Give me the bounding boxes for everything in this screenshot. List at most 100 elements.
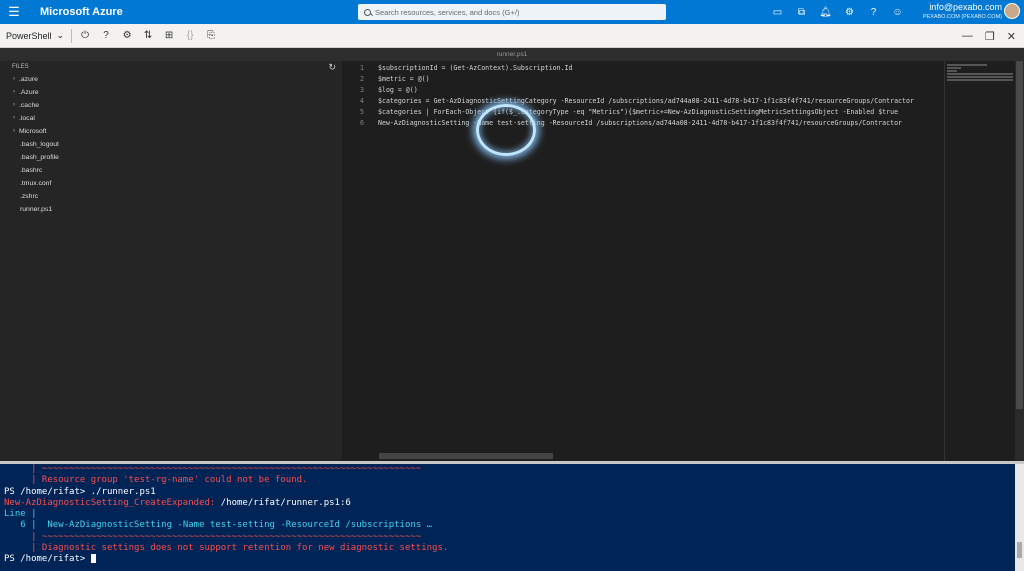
line-number: 6 [360,119,364,127]
folder-label: .Azure [19,89,39,96]
tree-folder[interactable]: › .local [0,112,342,125]
scrollbar-thumb[interactable] [1017,542,1022,558]
minimap-line [947,64,987,66]
line-number: 3 [360,86,364,94]
terminal-line: | Resource group 'test-rg-name' could no… [4,475,308,486]
terminal-prompt: PS /home/rifat> [4,486,91,497]
tree-folder[interactable]: › .cache [0,99,342,112]
tree-folder[interactable]: › .Azure [0,86,342,99]
help-icon[interactable]: ? [866,7,881,18]
folder-label: .local [19,115,35,122]
terminal-prompt: PS /home/rifat> [4,554,91,565]
code-line: 4 $categories = Get-AzDiagnosticSettingCa… [342,96,944,107]
tree-folder[interactable]: › Microsoft [0,125,342,138]
terminal-line: | Diagnostic settings does not support r… [4,543,449,554]
new-session-icon[interactable]: ⊞ [163,30,175,41]
search-placeholder: Search resources, services, and docs (G+… [375,7,520,17]
minimap-line [947,73,1013,75]
close-icon[interactable]: ✕ [1007,30,1016,43]
terminal-line: PS /home/rifat> ./runner.ps1 [0,487,1024,498]
chevron-down-icon: ⌄ [56,30,65,40]
tree-file[interactable]: .zshrc [0,190,342,203]
file-explorer: FILES ↻ › .azure › .Azure › .cache › .local … [0,61,342,461]
line-number: 1 [360,64,364,72]
line-number: 5 [360,108,364,116]
gear-icon[interactable]: ⚙ [121,30,133,41]
account-directory: PEXABO.COM (PEXABO.COM) [922,14,1002,20]
files-header: FILES ↻ [0,61,342,73]
scrollbar-thumb[interactable] [1016,61,1023,409]
minimap-line [947,70,957,72]
help-icon[interactable]: ? [100,30,112,41]
minimize-icon[interactable]: — [962,30,973,42]
terminal-error-name: New-AzDiagnosticSetting_CreateExpanded: [4,497,221,508]
restore-icon[interactable]: ❐ [985,30,995,43]
top-icon-group: ▭ ⧉ 🔔︎ ⚙ ? ☺ [770,0,905,24]
terminal-line: New-AzDiagnosticSetting_CreateExpanded: … [0,498,1024,509]
code-line: 1 $subscriptionId = (Get-AzContext).Subsc… [342,63,944,74]
bell-icon[interactable]: 🔔︎ [818,7,833,18]
toolbar-icons: ⏻ ? ⚙ ⇅ ⊞ {} ⎘ [79,30,217,41]
global-search-input[interactable]: Search resources, services, and docs (G+… [358,4,666,20]
tree-file[interactable]: .bashrc [0,164,342,177]
shell-type-label: PowerShell [6,30,52,41]
editor-horizontal-scrollbar[interactable] [379,453,553,459]
window-controls: — ❐ ✕ [962,24,1016,48]
tree-file[interactable]: .bash_logout [0,138,342,151]
code-line: 6 New-AzDiagnosticSetting -Name test-sett… [342,118,944,129]
terminal-error-path: /home/rifat/runner.ps1:6 [220,497,351,508]
tree-folder[interactable]: › .azure [0,73,342,86]
terminal-cursor [90,554,96,564]
brand-title[interactable]: Microsoft Azure [40,6,123,18]
line-number: 4 [360,97,364,105]
minimap-line [947,76,1013,78]
terminal-scrollbar[interactable] [1015,464,1024,571]
terminal-line: Line | [4,509,37,520]
feedback-icon[interactable]: ☺ [890,7,905,18]
code-text: $metric = @() [378,75,430,83]
shell-type-select[interactable]: PowerShell ⌄ [6,30,64,41]
web-preview-icon[interactable]: ⎘ [205,30,217,41]
minimap-line [947,79,1013,81]
azure-top-bar: ☰ Microsoft Azure Search resources, serv… [0,0,1024,24]
hamburger-menu-icon[interactable]: ☰ [0,4,28,20]
line-number: 2 [360,75,364,83]
upload-download-icon[interactable]: ⇅ [142,30,154,41]
terminal-line: PS /home/rifat> [0,554,1024,565]
folder-label: .azure [19,76,38,83]
files-header-label: FILES [12,64,29,70]
terminal-code: New-AzDiagnosticSetting -Name test-setti… [47,520,433,531]
folder-label: .cache [19,102,40,109]
code-line: 3 $log = @() [342,85,944,96]
code-text: $categories | ForEach-Object {if($_.Cate… [378,108,899,116]
terminal-line: | ~~~~~~~~~~~~~~~~~~~~~~~~~~~~~~~~~~~~~~… [4,531,422,542]
toolbar-divider [71,28,73,43]
tree-file[interactable]: runner.ps1 [0,203,342,216]
tree-file[interactable]: .bash_profile [0,151,342,164]
code-text: $log = @() [378,86,418,94]
account-email: info@pexabo.com [929,2,1002,12]
code-text: $categories = Get-AzDiagnosticSettingCat… [378,97,914,105]
account-info[interactable]: info@pexabo.com PEXABO.COM (PEXABO.COM) [923,2,1002,21]
code-text: $subscriptionId = (Get-AzContext).Subscr… [378,64,573,72]
cloud-shell-toolbar: PowerShell ⌄ ⏻ ? ⚙ ⇅ ⊞ {} ⎘ — ❐ ✕ [0,24,1024,48]
tree-file[interactable]: .tmux.conf [0,177,342,190]
directory-filter-icon[interactable]: ⧉ [794,7,809,18]
cloud-shell-icon[interactable]: ▭ [770,7,785,18]
gear-icon[interactable]: ⚙ [842,7,857,18]
power-icon[interactable]: ⏻ [79,30,91,41]
code-editor[interactable]: 1 $subscriptionId = (Get-AzContext).Subsc… [342,61,944,461]
editor-vertical-scrollbar[interactable] [1015,61,1024,461]
braces-icon[interactable]: {} [184,30,196,41]
code-text: New-AzDiagnosticSetting -Name test-setti… [378,119,903,127]
editor-minimap[interactable] [944,61,1020,461]
code-line: 5 $categories | ForEach-Object {if($_.Cat… [342,107,944,118]
refresh-icon[interactable]: ↻ [328,62,336,73]
avatar[interactable] [1004,3,1020,19]
search-icon [364,8,371,16]
folder-label: Microsoft [19,128,47,135]
code-line: 2 $metric = @() [342,74,944,85]
editor-tab[interactable]: runner.ps1 [0,48,1024,61]
powershell-terminal[interactable]: | ~~~~~~~~~~~~~~~~~~~~~~~~~~~~~~~~~~~~~~… [0,461,1024,571]
terminal-line: 6 | New-AzDiagnosticSetting -Name test-s… [0,520,1024,531]
